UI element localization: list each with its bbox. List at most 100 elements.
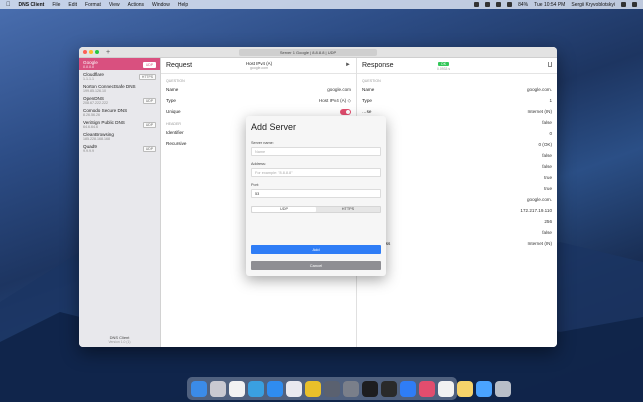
field-row: false [357, 227, 557, 238]
files-icon[interactable] [476, 380, 492, 397]
field-label: …se [362, 109, 372, 114]
field-row: Type 1 [357, 95, 557, 106]
field-row: …s0 (OK) [357, 139, 557, 150]
trash-icon[interactable] [495, 380, 511, 397]
menu-format[interactable]: Format [85, 2, 101, 8]
menu-edit[interactable]: Edit [68, 2, 77, 8]
response-title: Response [362, 62, 394, 69]
zoom-button[interactable] [95, 50, 99, 54]
protocol-badge: UDP [142, 146, 156, 152]
send-icon[interactable]: ► [345, 62, 351, 68]
add-button[interactable]: Add [251, 245, 381, 254]
field-value: false [542, 164, 552, 169]
compass-icon[interactable] [286, 380, 302, 397]
share-icon[interactable] [548, 62, 552, 67]
wifi-icon[interactable] [507, 2, 513, 7]
dialog-title: Add Server [251, 122, 297, 132]
launchpad-icon[interactable] [210, 380, 226, 397]
field-row: false [357, 161, 557, 172]
field-value: Internet (IN) [527, 109, 552, 114]
field-row: 256 [357, 216, 557, 227]
safari-icon[interactable] [267, 380, 283, 397]
server-item[interactable]: Google 8.8.8.8 UDP [79, 58, 160, 70]
server-ip: 199.85.126.10 [83, 89, 106, 93]
field-row: false [357, 117, 557, 128]
server-item[interactable]: CleanBrowsing 185.228.168.168 [79, 130, 160, 142]
field-value: 0 [549, 131, 552, 136]
new-tab-button[interactable]: + [106, 49, 110, 56]
protocol-badge: HTTPS [138, 74, 156, 80]
bluetooth-icon[interactable] [496, 2, 502, 7]
footer-version: Version 1.0 (1) [108, 340, 131, 344]
clock[interactable]: Tue 10:54 PM [534, 2, 565, 8]
status-time: 0.0933 s [437, 67, 451, 71]
request-question-rows: Name google.com Type Host IPv4 (A) ◇ Unique [161, 84, 356, 117]
status-area: 84% Tue 10:54 PM Sergii Kryvoblotskyi [474, 2, 637, 8]
battery-percent[interactable]: 84% [518, 2, 528, 8]
field-label: Identifier [166, 130, 184, 135]
xcode-icon[interactable] [324, 380, 340, 397]
request-title: Request [166, 62, 193, 69]
menu-file[interactable]: File [52, 2, 60, 8]
host-domain: google.com [249, 66, 269, 70]
notes-icon[interactable] [457, 380, 473, 397]
address-label: Address: [251, 162, 266, 166]
field-value: false [542, 230, 552, 235]
port-label: Port: [251, 183, 260, 187]
field-label: Type [362, 98, 372, 103]
preview-icon[interactable] [248, 380, 264, 397]
add-server-dialog: Add Server Server name: Address: Port: U… [246, 116, 386, 276]
minimize-button[interactable] [89, 50, 93, 54]
request-question-header: QUESTION [166, 79, 185, 83]
protocol-badge: UDP [142, 122, 156, 128]
menu-view[interactable]: View [109, 2, 120, 8]
field-row: 0 [357, 128, 557, 139]
user-name[interactable]: Sergii Kryvoblotskyi [571, 2, 615, 8]
menu-list-icon[interactable] [632, 2, 637, 7]
host-selector[interactable]: Host IPv4 (A) google.com [231, 61, 287, 70]
field-row: …ailabletrue [357, 183, 557, 194]
server-item[interactable]: VeriSign Public DNS 64.6.64.6 UDP [79, 118, 160, 130]
cancel-button[interactable]: Cancel [251, 261, 381, 270]
apple-menu-icon[interactable]:  [6, 2, 11, 8]
field-label: Recursive [166, 141, 187, 146]
server-item[interactable]: OpenDNS 208.67.222.222 UDP [79, 94, 160, 106]
server-item[interactable]: Norton ConnectSafe DNS 199.85.126.10 [79, 82, 160, 94]
slack-icon[interactable] [419, 380, 435, 397]
calendar-icon[interactable] [229, 380, 245, 397]
menu-actions[interactable]: Actions [128, 2, 144, 8]
server-item[interactable]: Comodo Secure DNS 8.26.56.26 [79, 106, 160, 118]
field-value: 0 (OK) [538, 142, 552, 147]
response-pane: Response OK 0.0933 s QUESTION Name google… [357, 58, 557, 347]
chrome-icon[interactable] [305, 380, 321, 397]
address-input[interactable] [251, 168, 381, 177]
server-name-input[interactable] [251, 147, 381, 156]
menu-help[interactable]: Help [178, 2, 188, 8]
dns-client-icon[interactable] [362, 380, 378, 397]
response-question-header: QUESTION [362, 79, 381, 83]
field-value: google.com. [526, 197, 552, 202]
server-item[interactable]: Quad9 9.9.9.9 UDP [79, 142, 160, 154]
finder-icon[interactable] [191, 380, 207, 397]
unique-toggle[interactable] [340, 108, 351, 115]
search-icon[interactable] [621, 2, 626, 7]
field-value: false [542, 153, 552, 158]
protocol-https[interactable]: HTTPS [316, 207, 380, 212]
protocol-badge: UDP [142, 98, 156, 104]
protocol-badge: UDP [142, 62, 156, 68]
close-button[interactable] [83, 50, 87, 54]
dropbox-icon[interactable] [485, 2, 491, 7]
photos-icon[interactable] [438, 380, 454, 397]
terminal-icon[interactable] [381, 380, 397, 397]
protocol-udp[interactable]: UDP [252, 207, 316, 212]
server-ip: 185.228.168.168 [83, 137, 110, 141]
port-input[interactable] [251, 189, 381, 198]
server-item[interactable]: Cloudflare 1.1.1.1 HTTPS [79, 70, 160, 82]
tools-icon[interactable] [343, 380, 359, 397]
menu-app-name[interactable]: DNS Client [19, 2, 45, 8]
tab-title[interactable]: Server 1 Google | 8.8.8.8 | UDP [239, 49, 377, 56]
menu-window[interactable]: Window [152, 2, 170, 8]
menu-bar:  DNS Client File Edit Format View Actio… [0, 0, 643, 9]
status-app-icon[interactable] [474, 2, 480, 7]
blue-app-icon[interactable] [400, 380, 416, 397]
